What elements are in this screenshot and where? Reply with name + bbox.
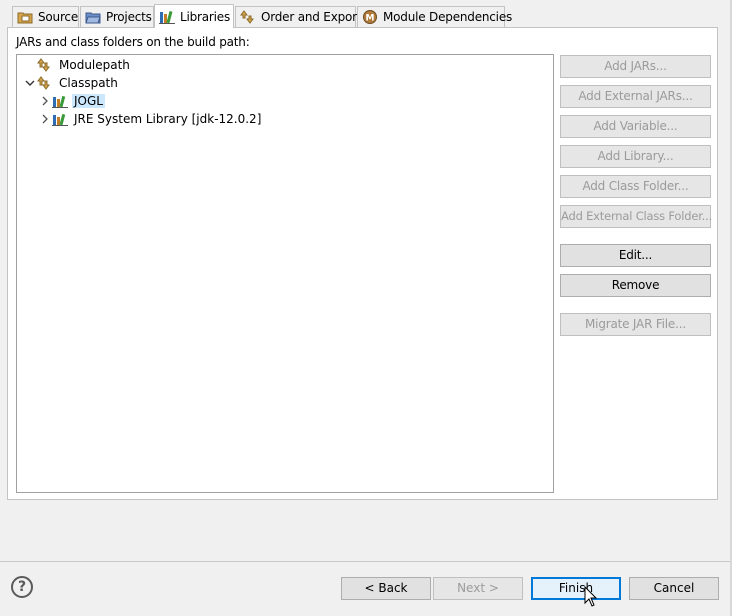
tab-module-dependencies[interactable]: M Module Dependencies — [357, 6, 512, 27]
tree-node-modulepath[interactable]: Modulepath — [23, 56, 132, 74]
add-variable-button[interactable]: Add Variable... — [560, 115, 711, 138]
tab-label: Source — [38, 10, 79, 24]
chevron-right-icon[interactable] — [38, 94, 52, 108]
tab-label: Libraries — [180, 9, 231, 24]
module-icon: M — [362, 9, 378, 25]
tree-node-label: Classpath — [59, 76, 118, 90]
build-path-tree[interactable]: Modulepath Classpath JOGL JRE System Lib… — [16, 54, 554, 493]
library-icon — [52, 93, 68, 109]
remove-button[interactable]: Remove — [560, 274, 711, 297]
mouse-pointer-icon — [584, 585, 598, 608]
add-class-folder-button[interactable]: Add Class Folder... — [560, 175, 711, 198]
add-external-jars-button[interactable]: Add External JARs... — [560, 85, 711, 108]
tree-node-jogl[interactable]: JOGL — [38, 92, 105, 110]
build-path-heading: JARs and class folders on the build path… — [16, 35, 250, 49]
tab-label: Projects — [106, 10, 152, 24]
tab-libraries[interactable]: Libraries — [154, 4, 234, 28]
svg-text:M: M — [366, 14, 375, 24]
migrate-jar-button[interactable]: Migrate JAR File... — [560, 313, 711, 336]
tree-node-label: Modulepath — [59, 58, 130, 72]
tab-source[interactable]: Source — [12, 6, 79, 27]
chevron-right-icon[interactable] — [38, 112, 52, 126]
edit-button[interactable]: Edit... — [560, 244, 711, 267]
source-folder-icon — [17, 9, 33, 25]
add-library-button[interactable]: Add Library... — [560, 145, 711, 168]
tab-label: Module Dependencies — [383, 10, 513, 24]
tree-node-label: JOGL — [72, 94, 105, 108]
tree-node-classpath[interactable]: Classpath — [23, 74, 120, 92]
library-icon — [52, 111, 68, 127]
tree-node-label: JRE System Library [jdk-12.0.2] — [74, 112, 262, 126]
back-button[interactable]: < Back — [341, 577, 431, 600]
tab-order-and-export[interactable]: Order and Export — [235, 6, 362, 27]
finish-button[interactable]: Finish — [531, 577, 621, 600]
tree-node-jre-system-library[interactable]: JRE System Library [jdk-12.0.2] — [38, 110, 263, 128]
next-button[interactable]: Next > — [433, 577, 523, 600]
tab-projects[interactable]: Projects — [80, 6, 154, 27]
footer-separator — [0, 561, 732, 562]
cancel-button[interactable]: Cancel — [629, 577, 719, 600]
help-icon[interactable]: ? — [11, 576, 33, 598]
classpath-icon — [37, 75, 53, 91]
add-jars-button[interactable]: Add JARs... — [560, 55, 711, 78]
tab-label: Order and Export — [261, 10, 362, 24]
modulepath-icon — [37, 57, 53, 73]
libraries-icon — [159, 9, 175, 25]
add-external-class-folder-button[interactable]: Add External Class Folder... — [560, 205, 712, 228]
chevron-down-icon[interactable] — [23, 76, 37, 90]
projects-folder-icon — [85, 9, 101, 25]
order-export-icon — [240, 9, 256, 25]
